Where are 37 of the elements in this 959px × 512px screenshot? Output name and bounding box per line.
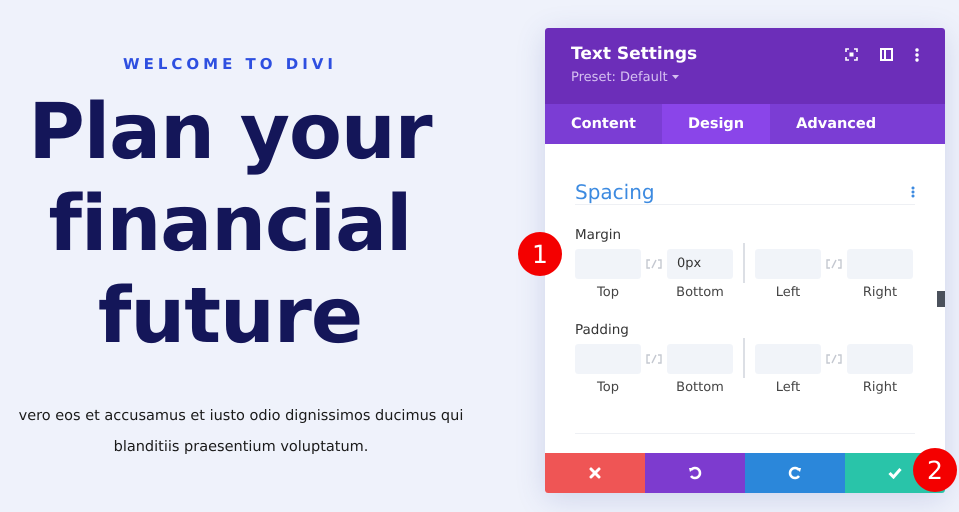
hero-heading: Plan your financial future	[27, 87, 434, 363]
undo-button[interactable]	[645, 453, 745, 493]
cancel-button[interactable]	[545, 453, 645, 493]
undo-icon	[688, 466, 702, 480]
redo-icon	[788, 466, 802, 480]
more-options-icon[interactable]	[915, 48, 919, 62]
field-label: Bottom	[676, 380, 724, 395]
preset-dropdown[interactable]: Preset: Default	[571, 70, 668, 85]
field-label: Bottom	[676, 285, 724, 300]
field-label: Right	[862, 285, 898, 300]
group-label: Padding	[575, 322, 630, 338]
field-label: Top	[597, 380, 619, 395]
checkmark-icon	[888, 467, 902, 479]
tab[interactable]: Design	[662, 104, 770, 144]
focus-icon[interactable]	[845, 48, 858, 61]
field-label: Top	[597, 285, 619, 300]
link-icon[interactable]	[825, 259, 843, 269]
hero-paragraph: vero eos et accusamus et iusto odio dignissimos ducimus qui blanditiis praesentium voluptatum.	[18, 407, 464, 457]
tab[interactable]: Content	[545, 104, 662, 144]
field-label: Left	[776, 380, 800, 395]
scrollbar-thumb[interactable]	[937, 291, 945, 307]
panel-title: Text Settings	[571, 44, 698, 64]
link-icon[interactable]	[645, 354, 663, 364]
group-label: Margin	[575, 227, 622, 243]
field-label: Left	[776, 285, 800, 300]
step-marker: 1	[518, 232, 562, 276]
close-icon	[589, 467, 601, 479]
tab[interactable]: Advanced	[770, 104, 902, 144]
more-options-icon[interactable]	[911, 186, 915, 198]
caret-icon	[672, 75, 679, 79]
eyebrow-text: WELCOME TO DIVI	[123, 55, 337, 73]
link-icon[interactable]	[825, 354, 843, 364]
input-field[interactable]: 0px	[667, 249, 733, 279]
section-title: Spacing	[575, 180, 655, 204]
link-icon[interactable]	[645, 259, 663, 269]
field-label: Right	[862, 380, 898, 395]
columns-icon[interactable]	[880, 48, 893, 61]
